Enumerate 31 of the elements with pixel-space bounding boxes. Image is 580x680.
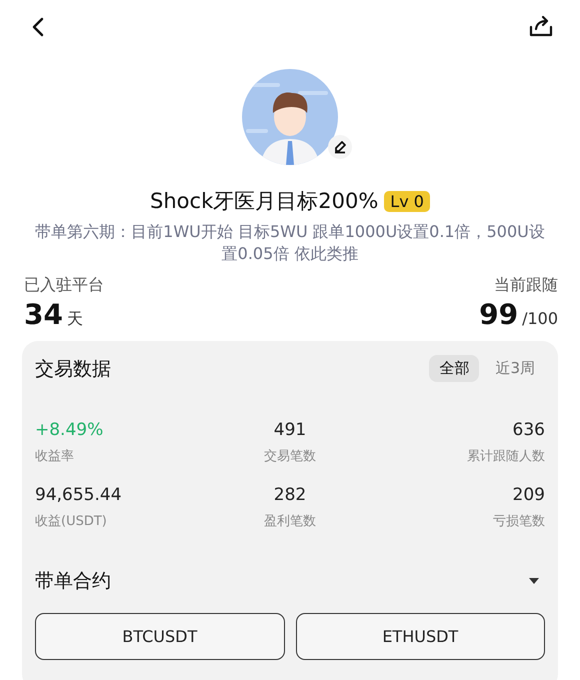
- stat-value: 282: [274, 485, 306, 505]
- stat-value: +8.49%: [35, 420, 104, 440]
- stat-label: 累计跟随人数: [467, 448, 545, 465]
- share-icon[interactable]: [528, 15, 554, 39]
- level-badge: Lv 0: [384, 190, 430, 212]
- section-title: 带单合约: [35, 569, 111, 594]
- joined-days: 34: [24, 298, 63, 331]
- days-unit: 天: [66, 309, 83, 330]
- stat-label: 亏损笔数: [493, 513, 545, 530]
- period-tab[interactable]: 近3周: [485, 355, 545, 382]
- period-tab[interactable]: 全部: [429, 355, 480, 382]
- stat-value: 94,655.44: [35, 485, 122, 505]
- contract-button[interactable]: ETHUSDT: [296, 613, 545, 660]
- dropdown-caret-icon[interactable]: [529, 578, 539, 584]
- profile-description: 带单第六期：目前1WU开始 目标5WU 跟单1000U设置0.1倍，500U设置0.05倍 依此类推: [34, 221, 546, 265]
- stat-label: 收益(USDT): [35, 513, 107, 530]
- following-limit: /100: [522, 309, 558, 328]
- stat-label: 盈利笔数: [264, 513, 316, 530]
- edit-icon[interactable]: [328, 135, 352, 159]
- stat-label: 交易笔数: [264, 448, 316, 465]
- contract-button[interactable]: BTCUSDT: [35, 613, 284, 660]
- stat-value: 491: [274, 420, 306, 440]
- following-count: 99: [479, 298, 518, 331]
- stat-value: 209: [512, 485, 545, 505]
- following-label: 当前跟随: [494, 275, 558, 296]
- joined-label: 已入驻平台: [24, 275, 104, 296]
- card-title: 交易数据: [35, 356, 111, 382]
- stat-label: 收益率: [35, 448, 74, 465]
- back-icon[interactable]: [30, 16, 46, 38]
- profile-name: Shock牙医月目标200%: [150, 188, 378, 215]
- stat-value: 636: [512, 420, 545, 440]
